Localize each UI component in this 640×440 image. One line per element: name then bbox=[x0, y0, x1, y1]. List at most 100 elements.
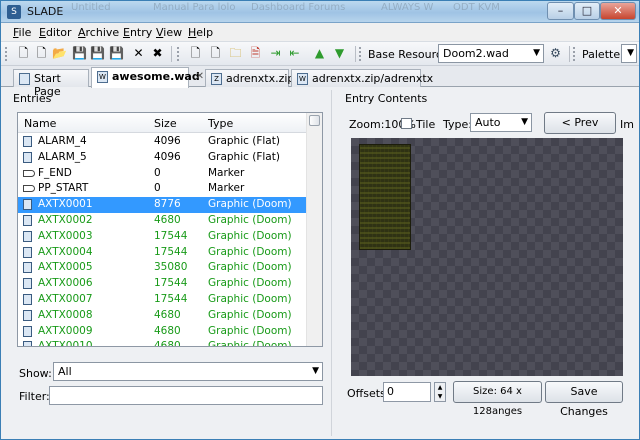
maximize-button[interactable]: □ bbox=[574, 2, 600, 20]
export-icon[interactable]: ⇤ bbox=[286, 45, 303, 62]
entry-row[interactable]: AXTX0001 8776 Graphic (Doom) bbox=[18, 197, 306, 213]
toolbar-grip[interactable] bbox=[573, 47, 576, 61]
entry-size: 17544 bbox=[154, 292, 188, 305]
entry-type: Graphic (Doom) bbox=[208, 340, 292, 347]
entry-size: 0 bbox=[154, 182, 161, 195]
show-select[interactable]: All ▼ bbox=[53, 362, 323, 381]
toolbar-grip[interactable] bbox=[5, 47, 8, 61]
entry-row[interactable]: ALARM_4 4096 Graphic (Flat) bbox=[18, 134, 306, 150]
entry-list[interactable]: Name Size Type ALARM_4 4096 Graphic (Flat)… bbox=[17, 112, 323, 347]
entry-size: 0 bbox=[154, 166, 161, 179]
entry-size: 35080 bbox=[154, 261, 188, 274]
new-entry-icon[interactable]: 🗋 bbox=[187, 45, 204, 62]
entry-row[interactable]: AXTX0006 17544 Graphic (Doom) bbox=[18, 276, 306, 292]
tab-adrenxtx-zip[interactable]: Z adrenxtx.zip bbox=[205, 69, 294, 87]
column-header-type[interactable]: Type bbox=[208, 117, 233, 130]
panel-splitter[interactable] bbox=[331, 90, 335, 436]
palette-label: Palette: bbox=[582, 48, 624, 61]
entry-contents-group-title: Entry Contents bbox=[345, 92, 428, 105]
show-select-value: All bbox=[58, 365, 72, 378]
save-icon[interactable]: 💾 bbox=[71, 45, 88, 62]
entry-row[interactable]: AXTX0005 35080 Graphic (Doom) bbox=[18, 260, 306, 276]
palette-select[interactable]: ▼ bbox=[621, 44, 637, 63]
graphic-entry-icon bbox=[23, 309, 32, 321]
entry-size: 17544 bbox=[154, 245, 188, 258]
column-header-size[interactable]: Size bbox=[154, 117, 177, 130]
entry-row[interactable]: AXTX0009 4680 Graphic (Doom) bbox=[18, 324, 306, 340]
tab-awesome-wad[interactable]: W awesome.wad ✕ bbox=[91, 67, 204, 88]
chevron-down-icon: ▼ bbox=[627, 48, 634, 58]
menu-view[interactable]: View bbox=[156, 26, 182, 39]
menu-file[interactable]: File bbox=[13, 26, 31, 39]
close-all-icon[interactable]: ✖ bbox=[149, 45, 166, 62]
menu-help[interactable]: Help bbox=[188, 26, 213, 39]
import-folder-icon[interactable]: 🗀 bbox=[227, 45, 244, 62]
save-all-icon[interactable]: 💾 bbox=[108, 45, 125, 62]
entry-row[interactable]: F_END 0 Marker bbox=[18, 166, 306, 182]
tile-checkbox[interactable] bbox=[401, 118, 412, 129]
entry-name: ALARM_4 bbox=[38, 135, 87, 147]
offset-x-input[interactable]: 0 bbox=[383, 382, 431, 402]
graphic-entry-icon bbox=[23, 136, 32, 147]
toolbar-grip[interactable] bbox=[359, 47, 362, 61]
menu-editor[interactable]: Editor bbox=[39, 26, 72, 39]
entry-size: 4680 bbox=[154, 308, 181, 321]
close-button[interactable]: ✕ bbox=[600, 2, 636, 20]
base-resource-select[interactable]: Doom2.wad ▼ bbox=[438, 44, 544, 63]
entry-row[interactable]: AXTX0003 17544 Graphic (Doom) bbox=[18, 229, 306, 245]
entry-type: Marker bbox=[208, 182, 245, 195]
app-window: S SLADE Untitled Manual Para lolo Dashbo… bbox=[0, 0, 640, 440]
entry-row[interactable]: ALARM_5 4096 Graphic (Flat) bbox=[18, 150, 306, 166]
open-folder-icon[interactable]: 📂 bbox=[51, 45, 68, 62]
move-up-icon[interactable]: ▲ bbox=[311, 45, 328, 62]
menu-archive[interactable]: Archive bbox=[78, 26, 119, 39]
entry-contents-panel: Entry Contents Zoom:100% Tile Type: Auto… bbox=[339, 90, 635, 436]
entry-name: AXTX0009 bbox=[38, 324, 93, 337]
gear-icon[interactable]: ⚙ bbox=[547, 45, 564, 62]
filter-input[interactable] bbox=[49, 386, 323, 405]
tab-label: adrenxtx.zip/adrenxtx bbox=[312, 72, 434, 85]
entry-type: Marker bbox=[208, 166, 245, 179]
entry-list-header: Name Size Type bbox=[18, 113, 306, 133]
new-directory-icon[interactable]: 🗋 bbox=[207, 45, 224, 62]
toolbar-grip[interactable] bbox=[177, 47, 180, 61]
graphic-preview-canvas[interactable] bbox=[351, 138, 623, 376]
menu-entry[interactable]: Entry bbox=[123, 26, 152, 39]
close-tab-icon[interactable]: ✕ bbox=[196, 71, 204, 82]
tab-adrenxtx-subfolder[interactable]: W adrenxtx.zip/adrenxtx bbox=[291, 69, 433, 87]
background-window-title: ALWAYS W bbox=[381, 2, 434, 13]
save-changes-button[interactable]: Save Changes bbox=[545, 381, 623, 418]
show-label: Show: bbox=[19, 367, 52, 380]
scrollbar-thumb[interactable] bbox=[309, 115, 320, 126]
entry-name: PP_START bbox=[38, 182, 89, 195]
delete-entry-icon[interactable]: 🗎 bbox=[247, 45, 264, 62]
type-select[interactable]: Auto ▼ bbox=[470, 113, 532, 132]
entry-row[interactable]: AXTX0004 17544 Graphic (Doom) bbox=[18, 245, 306, 261]
entry-type: Graphic (Flat) bbox=[208, 150, 280, 163]
size-button[interactable]: Size: 64 x 128anges bbox=[453, 381, 542, 417]
tab-start-page[interactable]: Start Page bbox=[13, 69, 89, 98]
entry-name: F_END bbox=[38, 166, 72, 179]
chevron-down-icon: ▼ bbox=[521, 117, 528, 127]
import-icon[interactable]: ⇥ bbox=[267, 45, 284, 62]
move-down-icon[interactable]: ▼ bbox=[331, 45, 348, 62]
entry-row[interactable]: PP_START 0 Marker bbox=[18, 181, 306, 197]
minimize-button[interactable]: – bbox=[547, 2, 574, 20]
entry-row[interactable]: AXTX0007 17544 Graphic (Doom) bbox=[18, 292, 306, 308]
entry-type: Graphic (Flat) bbox=[208, 135, 280, 147]
entry-name: AXTX0001 bbox=[38, 198, 93, 211]
column-header-name[interactable]: Name bbox=[24, 117, 56, 130]
type-label: Type: bbox=[443, 118, 472, 131]
chevron-down-icon: ▼ bbox=[533, 48, 540, 58]
close-archive-icon[interactable]: ✕ bbox=[130, 45, 147, 62]
new-zip-icon[interactable]: 🗋 bbox=[33, 45, 50, 62]
entry-row[interactable]: AXTX0010 4680 Graphic (Doom) bbox=[18, 339, 306, 347]
offset-x-spinner[interactable]: ▲ ▼ bbox=[434, 382, 446, 402]
save-as-icon[interactable]: 💾 bbox=[89, 45, 106, 62]
entry-row[interactable]: AXTX0008 4680 Graphic (Doom) bbox=[18, 308, 306, 324]
prev-button[interactable]: < Prev bbox=[544, 112, 616, 134]
entry-row[interactable]: AXTX0002 4680 Graphic (Doom) bbox=[18, 213, 306, 229]
entry-list-scrollbar[interactable] bbox=[306, 113, 322, 346]
entry-name: ALARM_5 bbox=[38, 150, 87, 163]
new-file-icon[interactable]: 🗋 bbox=[15, 45, 32, 62]
